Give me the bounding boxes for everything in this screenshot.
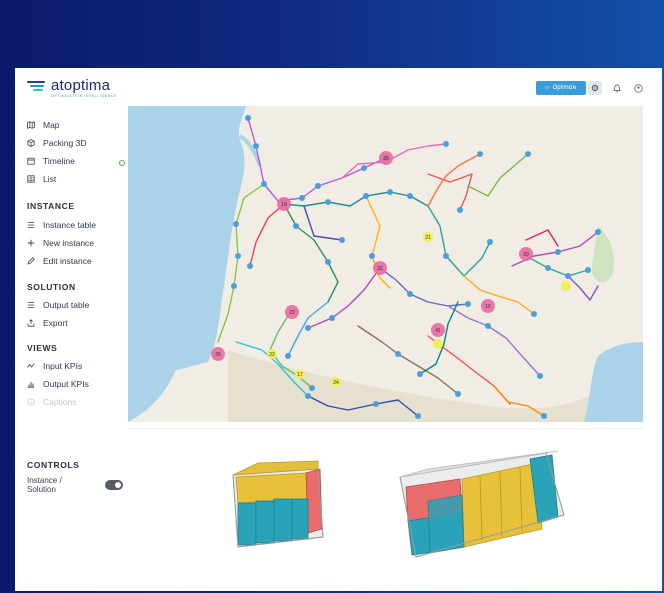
logo: atoptima OPTIMIZATION INTELLIGENCE (27, 78, 117, 98)
optimize-button[interactable]: ▷ Optimize (536, 81, 586, 95)
nav-label: Export (43, 318, 68, 328)
nav-label: Input KPIs (43, 361, 83, 371)
instance-solution-label: Instance / Solution (27, 476, 62, 494)
section-title-instance: INSTANCE (27, 201, 75, 211)
info-icon (27, 398, 35, 406)
svg-text:26: 26 (215, 352, 221, 358)
settings-button[interactable] (588, 81, 602, 95)
cluster-marker[interactable]: 24 (331, 377, 341, 387)
section-title-solution: SOLUTION (27, 282, 76, 292)
play-icon: ▷ (545, 85, 550, 91)
table-icon (27, 301, 35, 309)
list-icon (27, 175, 35, 183)
gear-icon (591, 84, 599, 92)
cluster-marker[interactable]: 22 (373, 261, 387, 275)
nav-item-packing-3d[interactable]: Packing 3D (27, 137, 86, 149)
app-window: atoptima OPTIMIZATION INTELLIGENCE ▷ Opt… (15, 68, 662, 591)
small-container (232, 460, 324, 548)
notification-bell-icon[interactable] (612, 82, 622, 94)
svg-text:21: 21 (425, 235, 431, 241)
cluster-marker[interactable]: 26 (211, 347, 225, 361)
export-icon (27, 319, 35, 327)
top-bar: atoptima OPTIMIZATION INTELLIGENCE ▷ Opt… (15, 68, 662, 106)
svg-text:22: 22 (269, 352, 275, 358)
packing-3d-panel[interactable] (128, 428, 643, 586)
nav-item-list[interactable]: List (27, 173, 56, 185)
nav-label: Timeline (43, 156, 75, 166)
svg-text:29: 29 (523, 252, 529, 258)
cluster-marker[interactable]: 17 (295, 369, 305, 379)
section-title-controls: CONTROLS (27, 460, 80, 470)
nav-item-edit-instance[interactable]: Edit instance (27, 255, 92, 267)
nav-label: List (43, 174, 57, 184)
svg-text:25: 25 (383, 156, 389, 162)
svg-text:24: 24 (333, 380, 339, 386)
bar-chart-icon (27, 380, 35, 388)
cluster-marker[interactable]: 29 (519, 247, 533, 261)
svg-text:17: 17 (297, 372, 303, 378)
toggle-label-line2: Solution (27, 485, 56, 494)
packing-canvas (232, 450, 565, 558)
nav-item-output-kpis[interactable]: Output KPIs (27, 378, 89, 390)
instance-solution-toggle[interactable] (105, 480, 123, 490)
map-icon (27, 121, 35, 129)
nav-item-export[interactable]: Export (27, 317, 68, 329)
account-icon[interactable] (633, 82, 643, 94)
svg-text:23: 23 (289, 310, 295, 316)
nav-item-new-instance[interactable]: New instance (27, 237, 94, 249)
optimize-label: Optimize (552, 85, 577, 91)
nav-item-instance-table[interactable]: Instance table (27, 219, 96, 231)
cluster-marker[interactable]: 41 (431, 323, 445, 337)
svg-text:41: 41 (435, 328, 441, 334)
cluster-marker[interactable]: 25 (379, 151, 393, 165)
nav-label: Instance table (43, 220, 96, 230)
route-map[interactable]: 25 19 29 22 16 41 23 26 21 22 17 24 (128, 106, 643, 422)
svg-text:19: 19 (281, 202, 287, 208)
nav-label: Output KPIs (43, 379, 89, 389)
svg-text:16: 16 (485, 304, 491, 310)
cluster-marker[interactable]: 23 (285, 305, 299, 319)
nav-item-timeline[interactable]: Timeline (27, 155, 75, 167)
map-canvas: 25 19 29 22 16 41 23 26 21 22 17 24 (128, 106, 643, 422)
cluster-marker[interactable]: 22 (267, 349, 277, 359)
section-title-views: VIEWS (27, 343, 58, 353)
nav-label: Output table (43, 300, 90, 310)
cluster-marker[interactable]: 19 (277, 197, 291, 211)
nav-label: Edit instance (43, 256, 92, 266)
trend-icon (27, 362, 35, 370)
sidebar: Map Packing 3D Timeline List INSTANCE In… (15, 106, 128, 591)
nav-label: Packing 3D (43, 138, 87, 148)
logo-tagline: OPTIMIZATION INTELLIGENCE (51, 94, 117, 98)
pencil-icon (27, 257, 35, 265)
plus-icon (27, 239, 35, 247)
map-status-icon (119, 160, 125, 166)
nav-label: New instance (43, 238, 95, 248)
logo-mark-icon (27, 79, 47, 95)
nav-item-map[interactable]: Map (27, 119, 60, 131)
nav-label: Captions (43, 397, 77, 407)
logo-name: atoptima (51, 77, 111, 94)
calendar-icon (27, 157, 35, 165)
table-icon (27, 221, 35, 229)
cube-icon (27, 139, 35, 147)
nav-label: Map (43, 120, 60, 130)
nav-item-captions: Captions (27, 396, 77, 408)
nav-item-output-table[interactable]: Output table (27, 299, 89, 311)
cluster-marker[interactable]: 16 (481, 299, 495, 313)
toggle-label-line1: Instance / (27, 476, 62, 485)
svg-text:22: 22 (377, 266, 383, 272)
large-container (399, 450, 565, 558)
nav-item-input-kpis[interactable]: Input KPIs (27, 360, 82, 372)
cluster-marker[interactable]: 21 (423, 232, 433, 242)
